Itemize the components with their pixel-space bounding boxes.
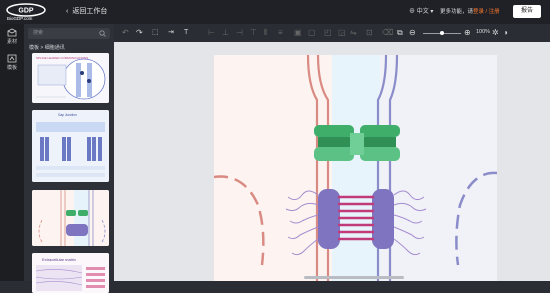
template-thumbnail-3[interactable] xyxy=(32,190,109,246)
chevron-left-icon: ‹ xyxy=(66,8,69,15)
zoom-level: 100% xyxy=(476,29,491,35)
theme-toggle-icon[interactable]: ◑ xyxy=(503,28,508,38)
junction-strands[interactable] xyxy=(338,195,374,241)
rail-item-materials[interactable]: 素材 xyxy=(0,28,24,45)
connexon-right[interactable] xyxy=(356,125,400,161)
top-bar: GDP BioGDP.com ‹ 返回工作台 ⊕ 中文 ▾ 更多功能，请登录 / … xyxy=(0,0,550,24)
template-thumbnail-4[interactable]: Extracellular matrix xyxy=(32,253,109,293)
distribute-v-icon[interactable]: ≡ xyxy=(278,28,283,38)
thumbnail-3-preview xyxy=(32,190,109,246)
zoom-in-icon[interactable]: ⊕ xyxy=(464,28,471,38)
ungroup-icon[interactable]: ▢ xyxy=(308,28,316,38)
group-icon[interactable]: ▣ xyxy=(294,28,302,38)
align-top-icon[interactable]: ⊤ xyxy=(250,28,257,38)
left-rail: 素材 模板 xyxy=(0,24,24,281)
report-button[interactable]: 报告 xyxy=(513,5,541,18)
logo-text: BioGDP.com xyxy=(7,16,33,21)
search-icon[interactable] xyxy=(99,30,106,37)
text-tool-icon[interactable]: T xyxy=(184,28,188,38)
copy-icon[interactable]: ⧉ xyxy=(397,28,403,38)
undo-icon[interactable]: ↶ xyxy=(122,28,129,38)
rail-label-materials: 素材 xyxy=(6,39,17,45)
thumbnail-2-title: Gap Junction xyxy=(58,113,77,117)
gap-junction-illustration[interactable] xyxy=(214,55,497,281)
canvas-area[interactable] xyxy=(114,42,550,281)
login-register-link[interactable]: 登录 / 注册 xyxy=(473,9,500,15)
connexon-left[interactable] xyxy=(314,125,358,161)
right-cell-region xyxy=(380,55,497,281)
box-icon xyxy=(7,28,17,37)
login-notice: 更多功能，请登录 / 注册 xyxy=(440,7,500,15)
send-back-icon[interactable]: ◲ xyxy=(338,28,346,38)
bring-front-icon[interactable]: ◰ xyxy=(324,28,332,38)
canvas-toolbar: ↶ ↷ ⬚ ⇥ T ⊢ ⊥ ⊣ ⊤ ⫴ ≡ ▣ ▢ ◰ ◲ ⇋ ⊡ ⌫ ⧉ ⊖ … xyxy=(114,24,550,42)
junction-protein-left[interactable] xyxy=(318,189,340,249)
settings-icon[interactable]: ✲ xyxy=(492,28,499,38)
redo-icon[interactable]: ↷ xyxy=(136,28,143,38)
distribute-h-icon[interactable]: ⫴ xyxy=(264,28,267,38)
template-thumbnail-2[interactable]: Gap Junction xyxy=(32,110,109,182)
template-icon xyxy=(7,54,17,63)
horizontal-scrollbar[interactable] xyxy=(304,276,404,279)
thumbnail-4-title: Extracellular matrix xyxy=(42,257,76,262)
lock-icon[interactable]: ⊡ xyxy=(366,28,373,38)
logo[interactable]: GDP BioGDP.com xyxy=(4,2,48,22)
zoom-slider-thumb[interactable] xyxy=(440,31,444,35)
junction-protein-right[interactable] xyxy=(372,189,394,249)
thumbnail-1-preview: SPLICE LEADER COMMUNICATIONS xyxy=(32,53,109,103)
globe-icon: ⊕ xyxy=(409,9,416,15)
align-right-icon[interactable]: ⊣ xyxy=(236,28,243,38)
delete-icon[interactable]: ⌫ xyxy=(382,28,393,38)
align-center-icon[interactable]: ⊥ xyxy=(222,28,229,38)
zoom-out-icon[interactable]: ⊖ xyxy=(409,28,416,38)
language-selector[interactable]: ⊕ 中文 ▾ xyxy=(409,6,433,15)
notice-prefix: 更多功能，请 xyxy=(440,9,474,15)
intercellular-space xyxy=(332,55,380,281)
template-panel: 搜索 模板 > 细胞通讯 SPLICE LEADER COMMUNICATION… xyxy=(24,24,114,293)
import-icon[interactable]: ⇥ xyxy=(168,28,174,38)
svg-text:GDP: GDP xyxy=(18,8,34,15)
rail-label-templates: 模板 xyxy=(6,65,17,71)
breadcrumb[interactable]: 模板 > 细胞通讯 xyxy=(29,44,65,51)
artboard[interactable] xyxy=(214,55,497,281)
thumbnail-4-preview: Extracellular matrix xyxy=(32,253,109,293)
rail-item-templates[interactable]: 模板 xyxy=(0,54,24,71)
template-thumbnail-1[interactable]: SPLICE LEADER COMMUNICATIONS xyxy=(32,53,109,103)
crop-icon[interactable]: ⬚ xyxy=(152,28,159,38)
thumbnail-2-preview: Gap Junction xyxy=(32,110,109,182)
search-input[interactable]: 搜索 xyxy=(28,28,110,39)
language-label: 中文 xyxy=(416,9,429,15)
align-left-icon[interactable]: ⊢ xyxy=(208,28,215,38)
back-to-workspace-link[interactable]: ‹ 返回工作台 xyxy=(66,6,107,16)
flip-icon[interactable]: ⇋ xyxy=(350,28,357,38)
zoom-slider[interactable] xyxy=(423,31,461,35)
search-placeholder: 搜索 xyxy=(33,30,44,36)
back-label: 返回工作台 xyxy=(72,8,108,15)
chevron-down-icon: ▾ xyxy=(430,9,434,15)
